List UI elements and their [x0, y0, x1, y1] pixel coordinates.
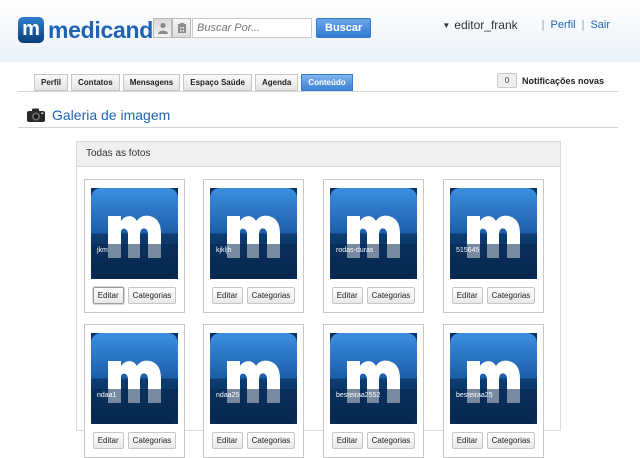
image-thumbnail[interactable]: ndaa1	[91, 333, 178, 424]
categories-button[interactable]: Categorias	[486, 287, 536, 304]
image-thumbnail[interactable]: 515645	[450, 188, 537, 279]
gallery-card[interactable]: 515645 Editar Categorias	[443, 179, 544, 313]
edit-button[interactable]: Editar	[451, 287, 483, 304]
gallery-card[interactable]: ndaa25 Editar Categorias	[203, 324, 304, 458]
image-caption: kjkljh	[216, 247, 232, 254]
separator: |	[581, 19, 585, 31]
categories-button[interactable]: Categorias	[127, 287, 177, 304]
card-actions: Editar Categorias	[324, 432, 423, 449]
edit-button[interactable]: Editar	[331, 287, 363, 304]
edit-button[interactable]: Editar	[211, 287, 243, 304]
image-thumbnail[interactable]: jkm	[91, 188, 178, 279]
search-people-toggle[interactable]	[153, 18, 172, 38]
image-thumbnail[interactable]: rodas-duras	[330, 188, 417, 279]
card-actions: Editar Categorias	[444, 287, 543, 304]
notification-count-badge[interactable]: 0	[496, 73, 517, 88]
tab-mensagens[interactable]: Mensagens	[122, 74, 181, 91]
edit-button[interactable]: Editar	[451, 432, 483, 449]
categories-button[interactable]: Categorias	[127, 432, 177, 449]
profile-link[interactable]: Perfil	[551, 19, 576, 31]
gallery-card[interactable]: rodas-duras Editar Categorias	[323, 179, 424, 313]
logo-mark: m	[18, 17, 44, 43]
medicando-logo-image	[91, 333, 178, 424]
tab-agenda[interactable]: Agenda	[254, 74, 299, 91]
image-caption: ndaa25	[216, 392, 240, 399]
logo-text: medicando	[48, 16, 167, 43]
dropdown-caret-icon[interactable]: ▼	[442, 21, 450, 30]
edit-button[interactable]: Editar	[331, 432, 363, 449]
search-places-toggle[interactable]	[172, 18, 191, 38]
camera-icon	[27, 108, 45, 122]
categories-button[interactable]: Categorias	[366, 287, 416, 304]
tab-contatos[interactable]: Contatos	[71, 74, 120, 91]
categories-button[interactable]: Categorias	[366, 432, 416, 449]
person-icon	[157, 22, 168, 34]
edit-button[interactable]: Editar	[211, 432, 243, 449]
categories-button[interactable]: Categorias	[246, 432, 296, 449]
top-header: m medicando Buscar ▼ editor_frank | P	[0, 0, 640, 62]
username[interactable]: editor_frank	[454, 18, 517, 32]
site-logo[interactable]: m medicando	[18, 17, 167, 43]
card-actions: Editar Categorias	[85, 287, 184, 304]
page-header: Galeria de imagem	[26, 107, 170, 123]
image-thumbnail[interactable]: besteiraa25	[450, 333, 537, 424]
search-input[interactable]	[192, 18, 312, 38]
card-actions: Editar Categorias	[444, 432, 543, 449]
tab-espaco-saude[interactable]: Espaço Saúde	[183, 74, 252, 91]
gallery-panel: Todas as fotos jkm Editar Categorias kjkljh…	[76, 141, 561, 458]
medicando-logo-image	[210, 333, 297, 424]
title-divider	[18, 127, 618, 128]
notifications-label[interactable]: Notificações novas	[522, 76, 604, 86]
image-caption: besteiraa25	[456, 392, 493, 399]
edit-button[interactable]: Editar	[92, 287, 124, 304]
building-icon	[176, 22, 187, 33]
image-thumbnail[interactable]: ndaa25	[210, 333, 297, 424]
image-caption: ndaa1	[97, 392, 117, 399]
user-menu: ▼ editor_frank | Perfil | Sair	[442, 18, 610, 32]
medicando-logo-image	[91, 188, 178, 279]
categories-button[interactable]: Categorias	[486, 432, 536, 449]
image-thumbnail[interactable]: kjkljh	[210, 188, 297, 279]
tab-divider	[18, 91, 618, 92]
image-caption: besteiraa2552	[336, 392, 381, 399]
image-caption: jkm	[97, 247, 108, 254]
card-actions: Editar Categorias	[204, 432, 303, 449]
search-button[interactable]: Buscar	[316, 18, 372, 38]
logout-link[interactable]: Sair	[590, 19, 610, 31]
card-actions: Editar Categorias	[324, 287, 423, 304]
image-caption: 515645	[456, 247, 480, 254]
search-bar: Buscar	[153, 18, 372, 38]
page-title: Galeria de imagem	[52, 107, 171, 123]
medicando-logo-image	[450, 188, 537, 279]
main-tabs: Perfil Contatos Mensagens Espaço Saúde A…	[34, 74, 356, 91]
card-actions: Editar Categorias	[85, 432, 184, 449]
medicando-logo-image	[210, 188, 297, 279]
gallery-card[interactable]: besteiraa25 Editar Categorias	[443, 324, 544, 458]
medicando-logo-image	[330, 188, 417, 279]
gallery-card[interactable]: besteiraa2552 Editar Categorias	[323, 324, 424, 458]
image-thumbnail[interactable]: besteiraa2552	[330, 333, 417, 424]
tab-conteudo[interactable]: Conteúdo	[301, 74, 353, 91]
gallery-card[interactable]: ndaa1 Editar Categorias	[84, 324, 185, 458]
gallery-card[interactable]: jkm Editar Categorias	[84, 179, 185, 313]
card-actions: Editar Categorias	[204, 287, 303, 304]
categories-button[interactable]: Categorias	[246, 287, 296, 304]
image-caption: rodas-duras	[336, 247, 374, 254]
medicando-logo-image	[330, 333, 417, 424]
edit-button[interactable]: Editar	[92, 432, 124, 449]
separator: |	[541, 19, 545, 31]
notifications[interactable]: 0 Notificações novas	[496, 73, 604, 88]
gallery-card[interactable]: kjkljh Editar Categorias	[203, 179, 304, 313]
medicando-logo-image	[450, 333, 537, 424]
panel-title: Todas as fotos	[77, 142, 560, 167]
tab-perfil[interactable]: Perfil	[34, 74, 69, 91]
